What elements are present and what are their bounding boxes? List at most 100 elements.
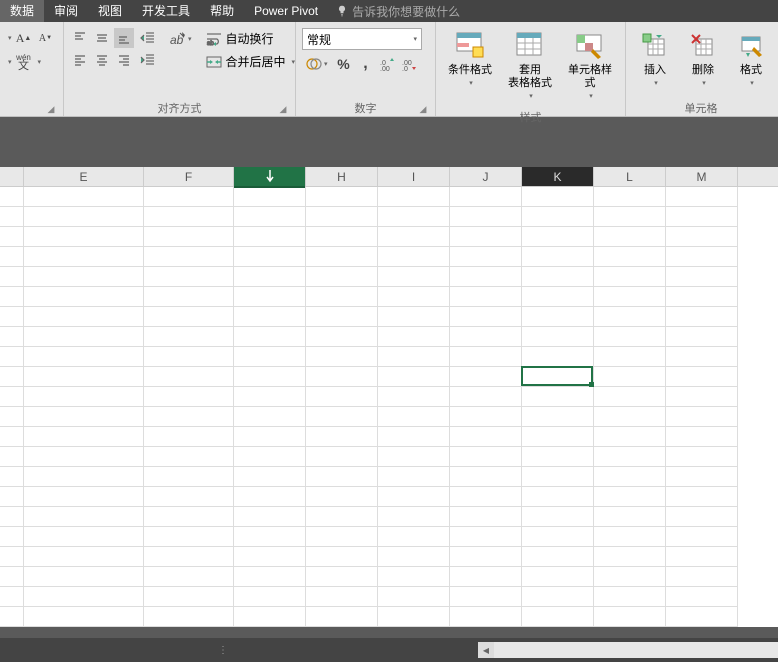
cell[interactable] <box>378 347 450 367</box>
cell[interactable] <box>144 507 234 527</box>
cell[interactable] <box>0 467 24 487</box>
increase-font-button[interactable]: A▲ <box>14 28 34 48</box>
cell[interactable] <box>594 507 666 527</box>
cell[interactable] <box>144 327 234 347</box>
cell[interactable] <box>378 307 450 327</box>
dialog-launcher-icon[interactable]: ◢ <box>417 104 429 116</box>
cell[interactable] <box>234 547 306 567</box>
cell[interactable] <box>594 447 666 467</box>
cell[interactable] <box>666 507 738 527</box>
cell[interactable] <box>306 287 378 307</box>
cell[interactable] <box>24 247 144 267</box>
cell[interactable] <box>144 587 234 607</box>
cell[interactable] <box>0 567 24 587</box>
cell[interactable] <box>450 607 522 627</box>
cell[interactable] <box>234 227 306 247</box>
cell[interactable] <box>0 307 24 327</box>
cell[interactable] <box>24 407 144 427</box>
cell[interactable] <box>306 227 378 247</box>
cell[interactable] <box>666 287 738 307</box>
cell[interactable] <box>0 247 24 267</box>
cell[interactable] <box>522 567 594 587</box>
cell[interactable] <box>306 607 378 627</box>
grid-row[interactable] <box>0 507 778 527</box>
cell[interactable] <box>144 607 234 627</box>
cell[interactable] <box>378 447 450 467</box>
cell[interactable] <box>666 587 738 607</box>
cell[interactable] <box>594 347 666 367</box>
cell[interactable] <box>450 527 522 547</box>
cell[interactable] <box>666 187 738 207</box>
decrease-indent-button[interactable] <box>138 28 158 48</box>
cell[interactable] <box>24 387 144 407</box>
cell[interactable] <box>234 567 306 587</box>
cell[interactable] <box>0 207 24 227</box>
grid-row[interactable] <box>0 207 778 227</box>
cell[interactable] <box>144 447 234 467</box>
cell[interactable] <box>144 387 234 407</box>
cell[interactable] <box>378 207 450 227</box>
cell[interactable] <box>522 387 594 407</box>
cell[interactable] <box>378 287 450 307</box>
align-top-button[interactable] <box>70 28 90 48</box>
cell[interactable] <box>594 567 666 587</box>
comma-style-button[interactable]: , <box>356 54 376 74</box>
number-format-select[interactable]: 常规 ▾ <box>302 28 422 50</box>
cell[interactable] <box>306 367 378 387</box>
cell[interactable] <box>306 407 378 427</box>
align-bottom-button[interactable] <box>114 28 134 48</box>
cell[interactable] <box>306 307 378 327</box>
increase-indent-button[interactable] <box>138 50 158 70</box>
cell[interactable] <box>144 347 234 367</box>
format-button[interactable]: 格式 ▾ <box>730 28 772 92</box>
cell[interactable] <box>450 427 522 447</box>
cell[interactable] <box>306 547 378 567</box>
cell[interactable] <box>594 287 666 307</box>
grid-row[interactable] <box>0 547 778 567</box>
cell[interactable] <box>24 267 144 287</box>
cell[interactable] <box>450 187 522 207</box>
cell[interactable] <box>522 467 594 487</box>
cell[interactable] <box>450 447 522 467</box>
cell[interactable] <box>378 487 450 507</box>
grid-row[interactable] <box>0 467 778 487</box>
cell[interactable] <box>450 507 522 527</box>
cell[interactable] <box>522 267 594 287</box>
cell[interactable] <box>0 387 24 407</box>
cell[interactable] <box>24 467 144 487</box>
cell[interactable] <box>450 407 522 427</box>
cell[interactable] <box>306 487 378 507</box>
cell[interactable] <box>450 327 522 347</box>
cell[interactable] <box>450 547 522 567</box>
accounting-format-button[interactable]: ▾ <box>302 54 332 74</box>
cell[interactable] <box>522 327 594 347</box>
cell[interactable] <box>144 307 234 327</box>
cell[interactable] <box>450 387 522 407</box>
orientation-button[interactable]: ab ▾ <box>164 28 196 50</box>
cell[interactable] <box>378 247 450 267</box>
cell[interactable] <box>234 607 306 627</box>
grid-row[interactable] <box>0 227 778 247</box>
cell[interactable] <box>234 507 306 527</box>
format-as-table-button[interactable]: 套用 表格格式 ▾ <box>504 28 556 105</box>
menu-item[interactable]: 数据 <box>0 0 44 22</box>
cell[interactable] <box>594 527 666 547</box>
cell[interactable] <box>234 207 306 227</box>
cell[interactable] <box>0 487 24 507</box>
grid-row[interactable] <box>0 587 778 607</box>
cell[interactable] <box>24 607 144 627</box>
cell[interactable] <box>666 427 738 447</box>
cell[interactable] <box>522 227 594 247</box>
cell[interactable] <box>144 547 234 567</box>
grid-row[interactable] <box>0 307 778 327</box>
cell[interactable] <box>522 447 594 467</box>
cell[interactable] <box>594 187 666 207</box>
align-center-button[interactable] <box>92 50 112 70</box>
grid-row[interactable] <box>0 247 778 267</box>
cell[interactable] <box>144 207 234 227</box>
cell[interactable] <box>378 547 450 567</box>
decrease-decimal-button[interactable]: .00.0 <box>400 54 420 74</box>
dropdown-arrow-icon[interactable]: ▾ <box>8 34 12 42</box>
phonetic-guide-button[interactable]: wén 文 <box>14 52 34 72</box>
cell[interactable] <box>522 427 594 447</box>
